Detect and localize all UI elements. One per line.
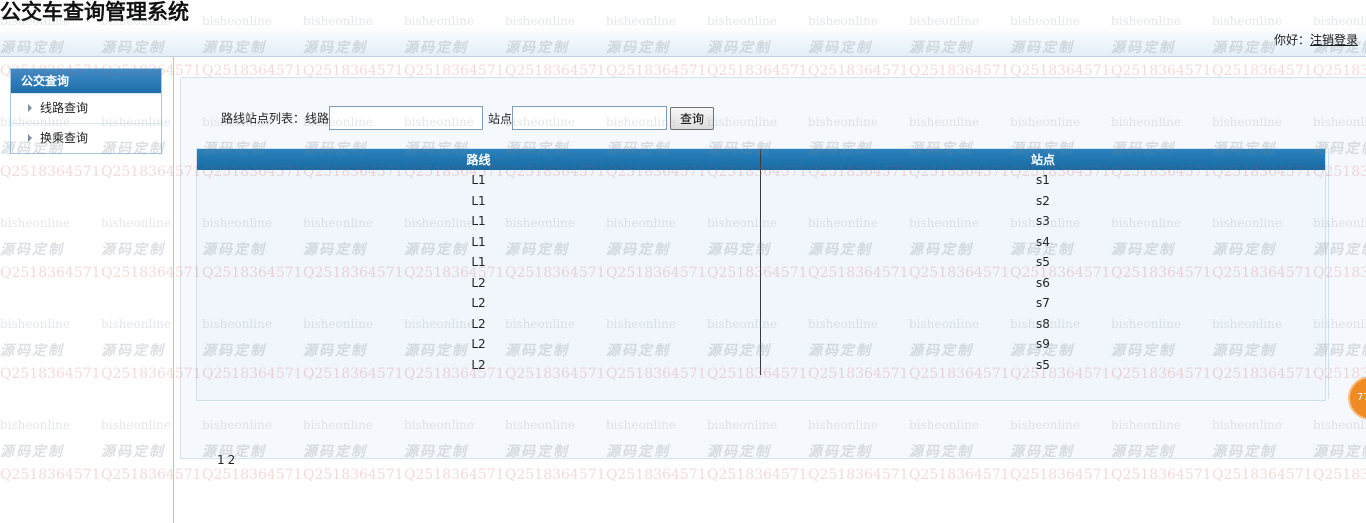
route-station-table: 路线 站点 L1 s1 L1 s2 L1 s3 L1 s4 L1 s5 L2 s6 L2 s7… <box>197 149 1325 375</box>
watermark-text: Q2518364571 <box>202 467 303 483</box>
route-cell: L2 <box>197 354 761 375</box>
watermark-text: Q2518364571 <box>1212 467 1313 483</box>
page-link-2[interactable]: 2 <box>228 453 236 467</box>
route-cell: L2 <box>197 272 761 293</box>
station-cell: s8 <box>1036 316 1050 331</box>
station-input[interactable] <box>512 106 668 130</box>
table-row: L1 s2 <box>197 190 1325 211</box>
table-row: L1 s4 <box>197 231 1325 252</box>
station-cell: s5 <box>1036 357 1050 372</box>
search-button[interactable]: 查询 <box>670 106 715 130</box>
route-cell: L2 <box>197 334 761 355</box>
app-root: 公交车查询管理系统 你好：注销登录 公交查询 线路查询 换乘查询 路线站点列表：… <box>0 0 1366 523</box>
table-row: L1 s1 <box>197 170 1325 191</box>
table-row: L2 s6 <box>197 272 1325 293</box>
watermark-text: Q2518364571 <box>404 467 505 483</box>
sidebar-menu: 公交查询 线路查询 换乘查询 <box>10 68 162 154</box>
station-cell: s6 <box>1036 275 1050 290</box>
route-cell: L1 <box>197 231 761 252</box>
table-header-row: 路线 站点 <box>197 149 1325 170</box>
table-row: L2 s8 <box>197 313 1325 334</box>
sidebar-item-transfer-query[interactable]: 换乘查询 <box>11 123 161 153</box>
pagination: 12 <box>217 453 238 467</box>
watermark-text: Q2518364571 <box>1111 467 1212 483</box>
watermark-text: Q2518364571 <box>303 467 404 483</box>
route-cell: L2 <box>197 313 761 334</box>
watermark-text: Q2518364571 <box>808 467 909 483</box>
header: 公交车查询管理系统 你好：注销登录 <box>0 0 1366 57</box>
table-container: 路线 站点 L1 s1 L1 s2 L1 s3 L1 s4 L1 s5 L2 s6 L2 s7… <box>196 148 1326 467</box>
app-title: 公交车查询管理系统 <box>0 0 189 24</box>
caret-right-icon <box>28 134 32 142</box>
route-cell: L1 <box>197 252 761 273</box>
sidebar-item-label: 线路查询 <box>40 101 89 115</box>
sidebar-item-route-query[interactable]: 线路查询 <box>11 93 161 123</box>
sidebar-section-title[interactable]: 公交查询 <box>11 69 161 93</box>
route-cell: L1 <box>197 211 761 232</box>
logout-link[interactable]: 注销登录 <box>1310 33 1358 47</box>
table-row: L1 s5 <box>197 252 1325 273</box>
watermark-text: Q2518364571 <box>1313 467 1366 483</box>
watermark-text: Q2518364571 <box>707 467 808 483</box>
sidebar-item-label: 换乘查询 <box>40 131 89 145</box>
table-row: L1 s3 <box>197 211 1325 232</box>
column-header-route: 路线 <box>197 149 761 170</box>
table-row: L2 s7 <box>197 293 1325 314</box>
user-area: 你好：注销登录 <box>1274 31 1358 48</box>
route-input[interactable] <box>329 106 484 130</box>
station-cell: s7 <box>1036 296 1050 311</box>
table-row: L2 s5 <box>197 354 1325 375</box>
station-cell: s4 <box>1036 234 1050 249</box>
station-cell: s2 <box>1036 193 1050 208</box>
search-bar: 路线站点列表：线路 站点 查询 <box>221 106 715 130</box>
sidebar: 公交查询 线路查询 换乘查询 <box>0 57 174 523</box>
side-panel-rail <box>1328 148 1347 399</box>
column-header-station: 站点 <box>760 149 1325 170</box>
main-content: 路线站点列表：线路 站点 查询 路线 站点 L1 s1 L1 s2 L1 s3 L1 s4 … <box>180 77 1366 467</box>
route-cell: L1 <box>197 190 761 211</box>
page-link-1[interactable]: 1 <box>217 453 225 467</box>
caret-right-icon <box>28 104 32 112</box>
watermark-text: Q2518364571 <box>606 467 707 483</box>
greeting-text: 你好： <box>1273 33 1310 47</box>
watermark-text: Q2518364571 <box>505 467 606 483</box>
route-cell: L2 <box>197 293 761 314</box>
station-label: 站点 <box>488 111 513 126</box>
station-cell: s5 <box>1036 255 1050 270</box>
watermark-text: Q2518364571 <box>1010 467 1111 483</box>
station-cell: s1 <box>1036 173 1050 188</box>
station-cell: s9 <box>1036 337 1050 352</box>
station-cell: s3 <box>1036 214 1050 229</box>
watermark-text: Q2518364571 <box>909 467 1010 483</box>
search-prefix-label: 路线站点列表：线路 <box>221 111 330 126</box>
watermark-row: Q2518364571Q2518364571Q2518364571Q251836… <box>0 467 1366 483</box>
table-row: L2 s9 <box>197 334 1325 355</box>
route-cell: L1 <box>197 170 761 191</box>
